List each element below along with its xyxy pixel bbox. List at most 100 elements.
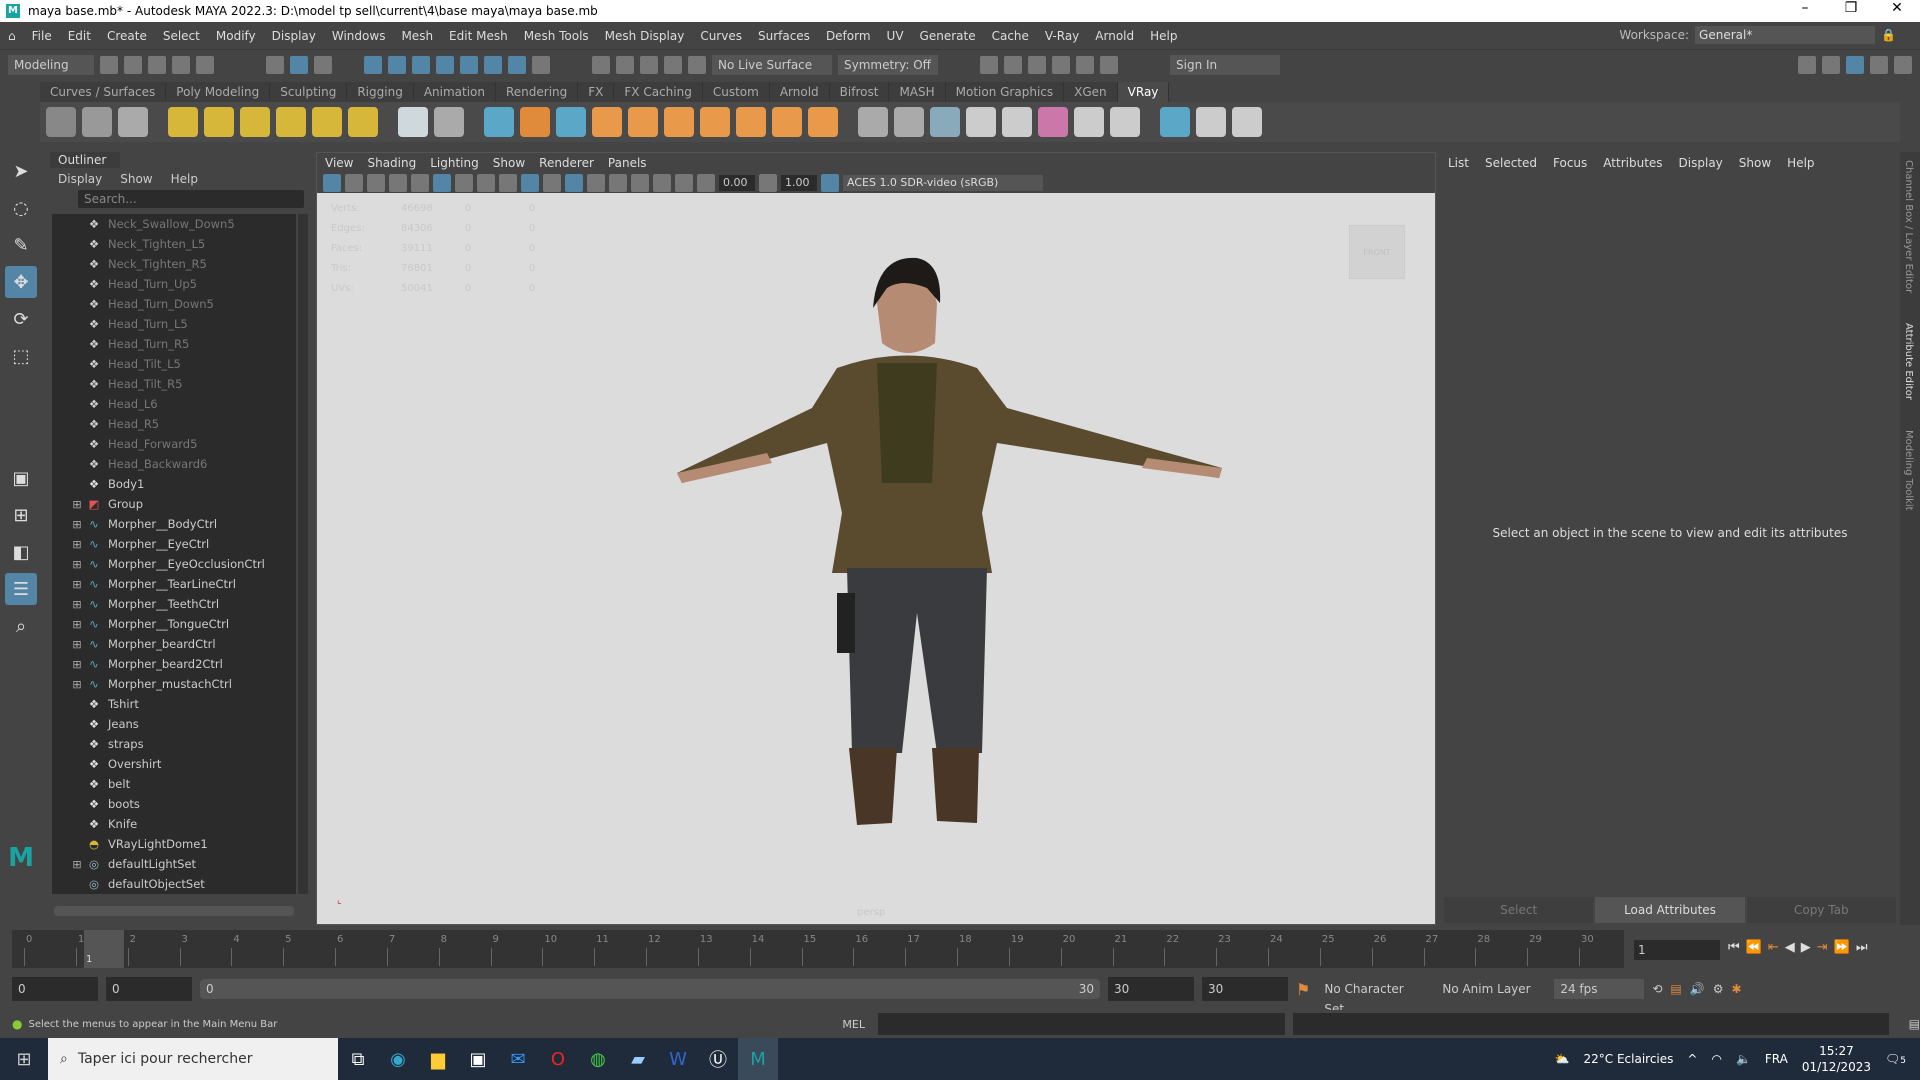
shelf-tab-curves-surfaces[interactable]: Curves / Surfaces (40, 82, 167, 102)
expand-icon[interactable]: ⊞ (70, 558, 84, 571)
outliner-item[interactable]: ❖ Head_Turn_L5 (52, 314, 296, 334)
human-ik-icon[interactable] (1822, 55, 1840, 74)
tab-modeling-toolkit[interactable]: Modeling Toolkit (1903, 430, 1914, 511)
lock-selection-icon[interactable] (532, 55, 550, 74)
isolate-select-icon[interactable] (653, 174, 671, 192)
undo-icon[interactable] (172, 55, 190, 74)
app-icon[interactable]: ▰ (618, 1038, 658, 1080)
go-to-start-icon[interactable]: ⏮ (1728, 940, 1740, 955)
bookmark-icon[interactable] (367, 174, 385, 192)
snap-help-icon[interactable] (508, 55, 526, 74)
shelf-tool-icon[interactable] (118, 107, 148, 137)
select-hierarchy-icon[interactable] (266, 55, 284, 74)
hypershade-icon[interactable] (1076, 55, 1094, 74)
shelf-tab-xgen[interactable]: XGen (1064, 82, 1118, 102)
viewport-menu-shading[interactable]: Shading (367, 156, 416, 170)
symmetry-dropdown[interactable]: Symmetry: Off (838, 54, 938, 75)
fps-dropdown[interactable]: 24 fps (1554, 979, 1645, 999)
menu-curves[interactable]: Curves (692, 29, 750, 43)
current-frame-marker[interactable]: 1 (84, 930, 124, 968)
snap-live-icon[interactable] (484, 55, 502, 74)
notifications-icon[interactable]: 🗨5 (1885, 1052, 1906, 1066)
language-indicator[interactable]: FRA (1765, 1052, 1788, 1066)
shelf-tab-bifrost[interactable]: Bifrost (829, 82, 890, 102)
menu-mesh-display[interactable]: Mesh Display (597, 29, 693, 43)
outliner-item[interactable]: ❖ Head_Forward5 (52, 434, 296, 454)
grid-toggle-icon[interactable] (433, 174, 451, 192)
clock[interactable]: 15:27 01/12/2023 (1802, 1043, 1871, 1075)
network-icon[interactable]: ◠ (1711, 1052, 1721, 1066)
menu-generate[interactable]: Generate (912, 29, 984, 43)
exposure-icon[interactable] (697, 174, 715, 192)
outliner-item[interactable]: ❖ Overshirt (52, 754, 296, 774)
shelf-tab-mash[interactable]: MASH (889, 82, 946, 102)
sign-in-button[interactable]: Sign In (1170, 54, 1280, 75)
attr-menu-list[interactable]: List (1448, 156, 1469, 170)
menu-edit[interactable]: Edit (60, 29, 99, 43)
tab-attribute-editor[interactable]: Attribute Editor (1903, 323, 1914, 400)
unreal-icon[interactable]: Ⓤ (698, 1038, 738, 1080)
shelf-tool-icon[interactable] (736, 107, 766, 137)
film-gate-icon[interactable] (455, 174, 473, 192)
lasso-tool-icon[interactable]: ◌ (5, 192, 37, 224)
paint-select-icon[interactable]: ✎ (5, 229, 37, 261)
expand-icon[interactable]: ⊞ (70, 638, 84, 651)
outliner-item[interactable]: ⊞ ∿ Morpher__TeethCtrl (52, 594, 296, 614)
playback-start-field[interactable]: 0 (106, 977, 192, 1001)
3d-scene-view[interactable]: Verts: 46698 0 0 Edges: 84306 0 0 Faces: 39111 0 0 T… (317, 193, 1435, 924)
menu-arnold[interactable]: Arnold (1087, 29, 1142, 43)
shelf-tool-icon[interactable] (700, 107, 730, 137)
shelf-tool-icon[interactable] (1232, 107, 1262, 137)
snap-surface-icon[interactable] (436, 55, 454, 74)
shelf-tab-animation[interactable]: Animation (413, 82, 496, 102)
outliner-item[interactable]: ⊞ ◎ defaultLightSet (52, 854, 296, 874)
step-forward-key-icon[interactable]: ⏩ (1834, 940, 1850, 955)
shelf-tool-icon[interactable] (858, 107, 888, 137)
expand-icon[interactable]: ⊞ (70, 858, 84, 871)
outliner-item[interactable]: ❖ Head_L6 (52, 394, 296, 414)
animation-end-field[interactable]: 30 (1202, 977, 1288, 1001)
wireframe-icon[interactable] (499, 174, 517, 192)
construction-history-icon[interactable] (616, 55, 634, 74)
exposure-field[interactable]: 0.00 (719, 175, 755, 191)
outliner-item[interactable]: ⊞ ◩ Group (52, 494, 296, 514)
outliner-item[interactable]: ❖ Head_Turn_Down5 (52, 294, 296, 314)
menu-mesh[interactable]: Mesh (393, 29, 441, 43)
move-tool-icon[interactable]: ✥ (5, 266, 37, 298)
shelf-tool-icon[interactable] (240, 107, 270, 137)
new-scene-icon[interactable] (100, 55, 118, 74)
attr-menu-selected[interactable]: Selected (1485, 156, 1537, 170)
outliner-vertical-scrollbar[interactable] (298, 214, 308, 894)
anim-prefs-icon[interactable]: ⚙ (1713, 982, 1724, 996)
task-view-icon[interactable]: ⧉ (338, 1038, 378, 1080)
menu-set-dropdown[interactable]: Modeling (8, 54, 94, 75)
outliner-horizontal-scrollbar[interactable] (54, 906, 294, 916)
expand-icon[interactable]: ⊞ (70, 678, 84, 691)
render-opts-icon[interactable] (688, 55, 706, 74)
menu-display[interactable]: Display (264, 29, 324, 43)
lights-icon[interactable] (587, 174, 605, 192)
expand-icon[interactable]: ⊞ (70, 518, 84, 531)
character-icon[interactable]: ✱ (1731, 982, 1741, 996)
shelf-tool-icon[interactable] (348, 107, 378, 137)
expand-icon[interactable]: ⊞ (70, 658, 84, 671)
expand-icon[interactable]: ⊞ (70, 598, 84, 611)
four-view-icon[interactable]: ⊞ (5, 499, 37, 531)
modeling-toolkit-icon[interactable] (1798, 55, 1816, 74)
shelf-tab-vray[interactable]: VRay (1117, 82, 1170, 102)
go-to-end-icon[interactable]: ⏭ (1856, 940, 1868, 955)
camera-attributes-icon[interactable] (345, 174, 363, 192)
shelf-tool-icon[interactable] (1002, 107, 1032, 137)
menu-edit-mesh[interactable]: Edit Mesh (441, 29, 516, 43)
viewport-menu-show[interactable]: Show (493, 156, 525, 170)
gamma-icon[interactable] (759, 174, 777, 192)
outliner-item[interactable]: ❖ Neck_Tighten_L5 (52, 234, 296, 254)
workspace-dropdown[interactable]: General* (1695, 26, 1876, 44)
menu-cache[interactable]: Cache (984, 29, 1037, 43)
select-tool-icon[interactable]: ➤ (5, 155, 37, 187)
outliner-item[interactable]: ⊞ ∿ Morpher__EyeOcclusionCtrl (52, 554, 296, 574)
outliner-item[interactable]: ⊞ ∿ Morpher__TongueCtrl (52, 614, 296, 634)
shelf-tool-icon[interactable] (1196, 107, 1226, 137)
outliner-item[interactable]: ❖ Head_Turn_Up5 (52, 274, 296, 294)
outliner-item[interactable]: ❖ Body1 (52, 474, 296, 494)
